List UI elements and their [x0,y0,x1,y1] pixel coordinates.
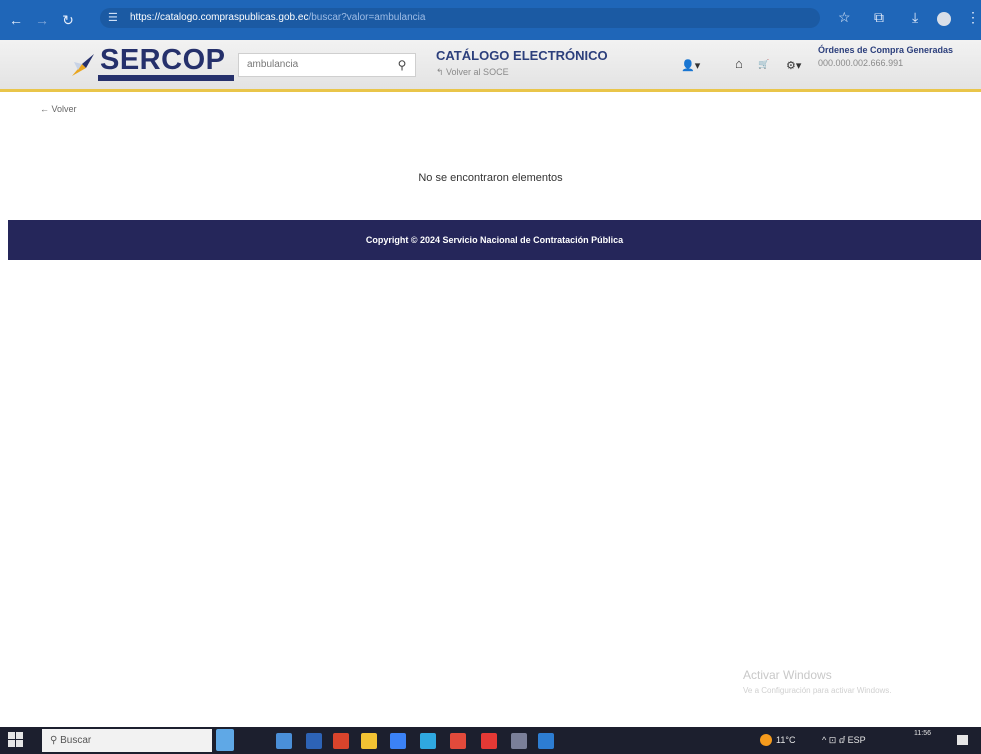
orders-title: Órdenes de Compra Generadas [818,45,954,55]
reload-icon[interactable]: ↻ [58,10,78,30]
extensions-icon[interactable]: ⧉ [874,9,884,26]
search-icon: ⚲ [50,735,58,746]
tray-temperature[interactable]: 11°C [776,735,795,745]
chrome-icon[interactable] [450,733,466,749]
back-link[interactable]: ← Volver [40,104,77,114]
url-domain: https://catalogo.compraspublicas.gob.ec [130,12,309,23]
logo-tagline-bar [98,75,234,81]
activation-watermark-title: Activar Windows [743,668,832,682]
taskbar-app-widget-icon[interactable] [216,729,234,751]
taskbar-search-input[interactable]: ⚲ Buscar [42,729,212,752]
bookmark-star-icon[interactable]: ☆ [838,9,851,26]
back-arrow-icon[interactable]: ← [6,10,26,30]
search-icon[interactable]: ⚲ [393,54,411,76]
tray-status-icons[interactable]: ^ ⊡ ⅆ ESP [822,735,866,746]
profile-avatar[interactable] [937,12,951,26]
tray-clock[interactable]: 11:56 [914,730,931,737]
taskbar-app-icon[interactable] [306,733,322,749]
acrobat-icon[interactable] [481,733,497,749]
home-icon[interactable]: ⌂ [735,56,743,71]
download-icon[interactable]: ⤓ [912,9,918,26]
taskbar-app-icon[interactable] [333,733,349,749]
browser-menu-icon[interactable]: ⋮ [966,9,980,26]
forward-arrow-icon[interactable]: → [32,10,52,30]
word-icon[interactable] [538,733,554,749]
address-bar[interactable]: ☰ https://catalogo.compraspublicas.gob.e… [100,8,820,28]
logo-text: SERCOP [100,44,226,76]
catalog-title[interactable]: CATÁLOGO ELECTRÓNICO [436,48,608,63]
file-explorer-icon[interactable] [361,733,377,749]
taskbar-search-placeholder: Buscar [60,735,92,746]
site-header: SERCOP ambulancia ⚲ CATÁLOGO ELECTRÓNICO… [0,40,981,92]
footer-copyright: Copyright © 2024 Servicio Nacional de Co… [365,235,624,245]
user-menu-icon[interactable]: 👤▾ [681,59,700,72]
url-path: /buscar?valor=ambulancia [308,12,426,23]
site-info-icon[interactable]: ☰ [108,8,118,28]
orders-number: 000.000.002.666.991 [818,58,904,68]
sercop-logo[interactable]: SERCOP [60,44,234,86]
search-input-value: ambulancia [247,59,299,70]
taskbar-app-icon[interactable] [390,733,406,749]
browser-toolbar: ← → ↻ ☰ https://catalogo.compraspublicas… [0,0,981,40]
windows-start-icon[interactable] [8,732,24,748]
settings-menu-icon[interactable]: ⚙▾ [786,59,801,72]
cart-icon[interactable]: 🛒 [758,59,769,70]
search-input[interactable]: ambulancia ⚲ [238,53,416,77]
mail-icon[interactable] [420,733,436,749]
notification-icon[interactable] [957,735,968,745]
site-footer: Copyright © 2024 Servicio Nacional de Co… [8,220,981,260]
logo-mark-icon [72,54,94,76]
activation-watermark-subtitle: Ve a Configuración para activar Windows. [743,686,892,695]
taskbar-app-icon[interactable] [511,733,527,749]
task-view-icon[interactable] [276,733,292,749]
back-to-soce-link[interactable]: ↰ Volver al SOCE [436,67,509,78]
weather-icon[interactable] [760,734,772,746]
windows-taskbar: ⚲ Buscar 11°C ^ ⊡ ⅆ ESP 11:56 [0,727,981,754]
empty-results-message: No se encontraron elementos [418,172,563,184]
